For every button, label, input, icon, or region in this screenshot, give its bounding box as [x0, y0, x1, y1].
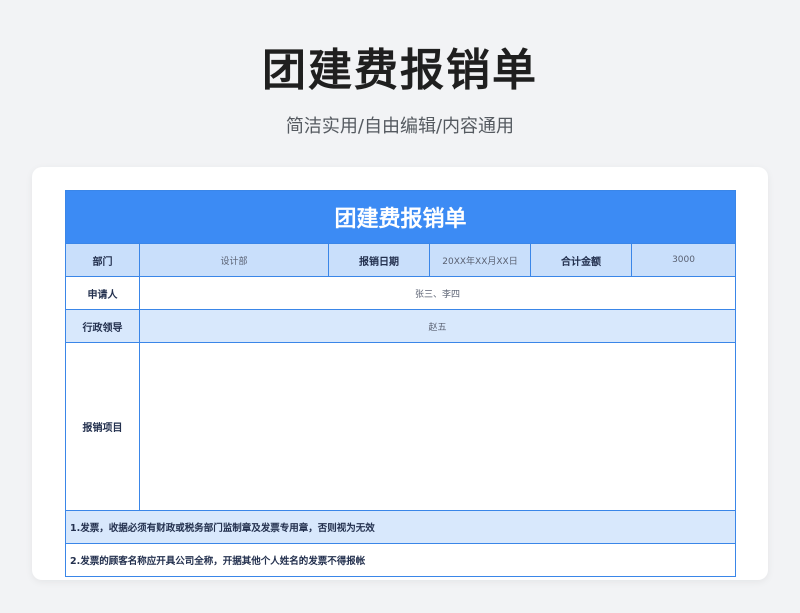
page-subtitle: 简洁实用/自由编辑/内容通用 [285, 116, 515, 137]
date-label: 报销日期 [328, 243, 430, 277]
date-value[interactable]: 20XX年XX月XX日 [429, 243, 531, 277]
applicant-value[interactable]: 张三、李四 [138, 276, 737, 310]
reimbursement-form-table: 团建费报销单 部门 设计部 报销日期 20XX年XX月XX日 合计金额 3000… [64, 190, 737, 577]
total-label: 合计金额 [530, 243, 632, 277]
table-row: 报销项目 [65, 342, 737, 511]
total-value[interactable]: 3000 [630, 243, 737, 277]
table-row: 2.发票的顾客名称应开具公司全称，开据其他个人姓名的发票不得报帐 [64, 543, 737, 577]
leader-value[interactable]: 赵五 [138, 309, 737, 343]
leader-label: 行政领导 [65, 309, 140, 343]
note-1: 1.发票，收据必须有财政或税务部门监制章及发票专用章，否则视为无效 [64, 510, 737, 544]
table-row: 申请人 张三、李四 [65, 276, 737, 310]
form-card: 团建费报销单 部门 设计部 报销日期 20XX年XX月XX日 合计金额 3000… [32, 167, 768, 580]
table-row: 行政领导 赵五 [65, 309, 737, 343]
table-row: 部门 设计部 报销日期 20XX年XX月XX日 合计金额 3000 [65, 243, 737, 277]
department-label: 部门 [65, 243, 140, 277]
form-header-row: 团建费报销单 [64, 190, 737, 244]
note-2: 2.发票的顾客名称应开具公司全称，开据其他个人姓名的发票不得报帐 [64, 543, 737, 577]
items-label: 报销项目 [65, 342, 140, 511]
page-title: 团建费报销单 [262, 45, 538, 96]
items-value[interactable] [138, 342, 737, 511]
applicant-label: 申请人 [65, 276, 140, 310]
department-value[interactable]: 设计部 [139, 243, 329, 277]
form-header: 团建费报销单 [64, 190, 737, 244]
table-row: 1.发票，收据必须有财政或税务部门监制章及发票专用章，否则视为无效 [64, 510, 737, 544]
